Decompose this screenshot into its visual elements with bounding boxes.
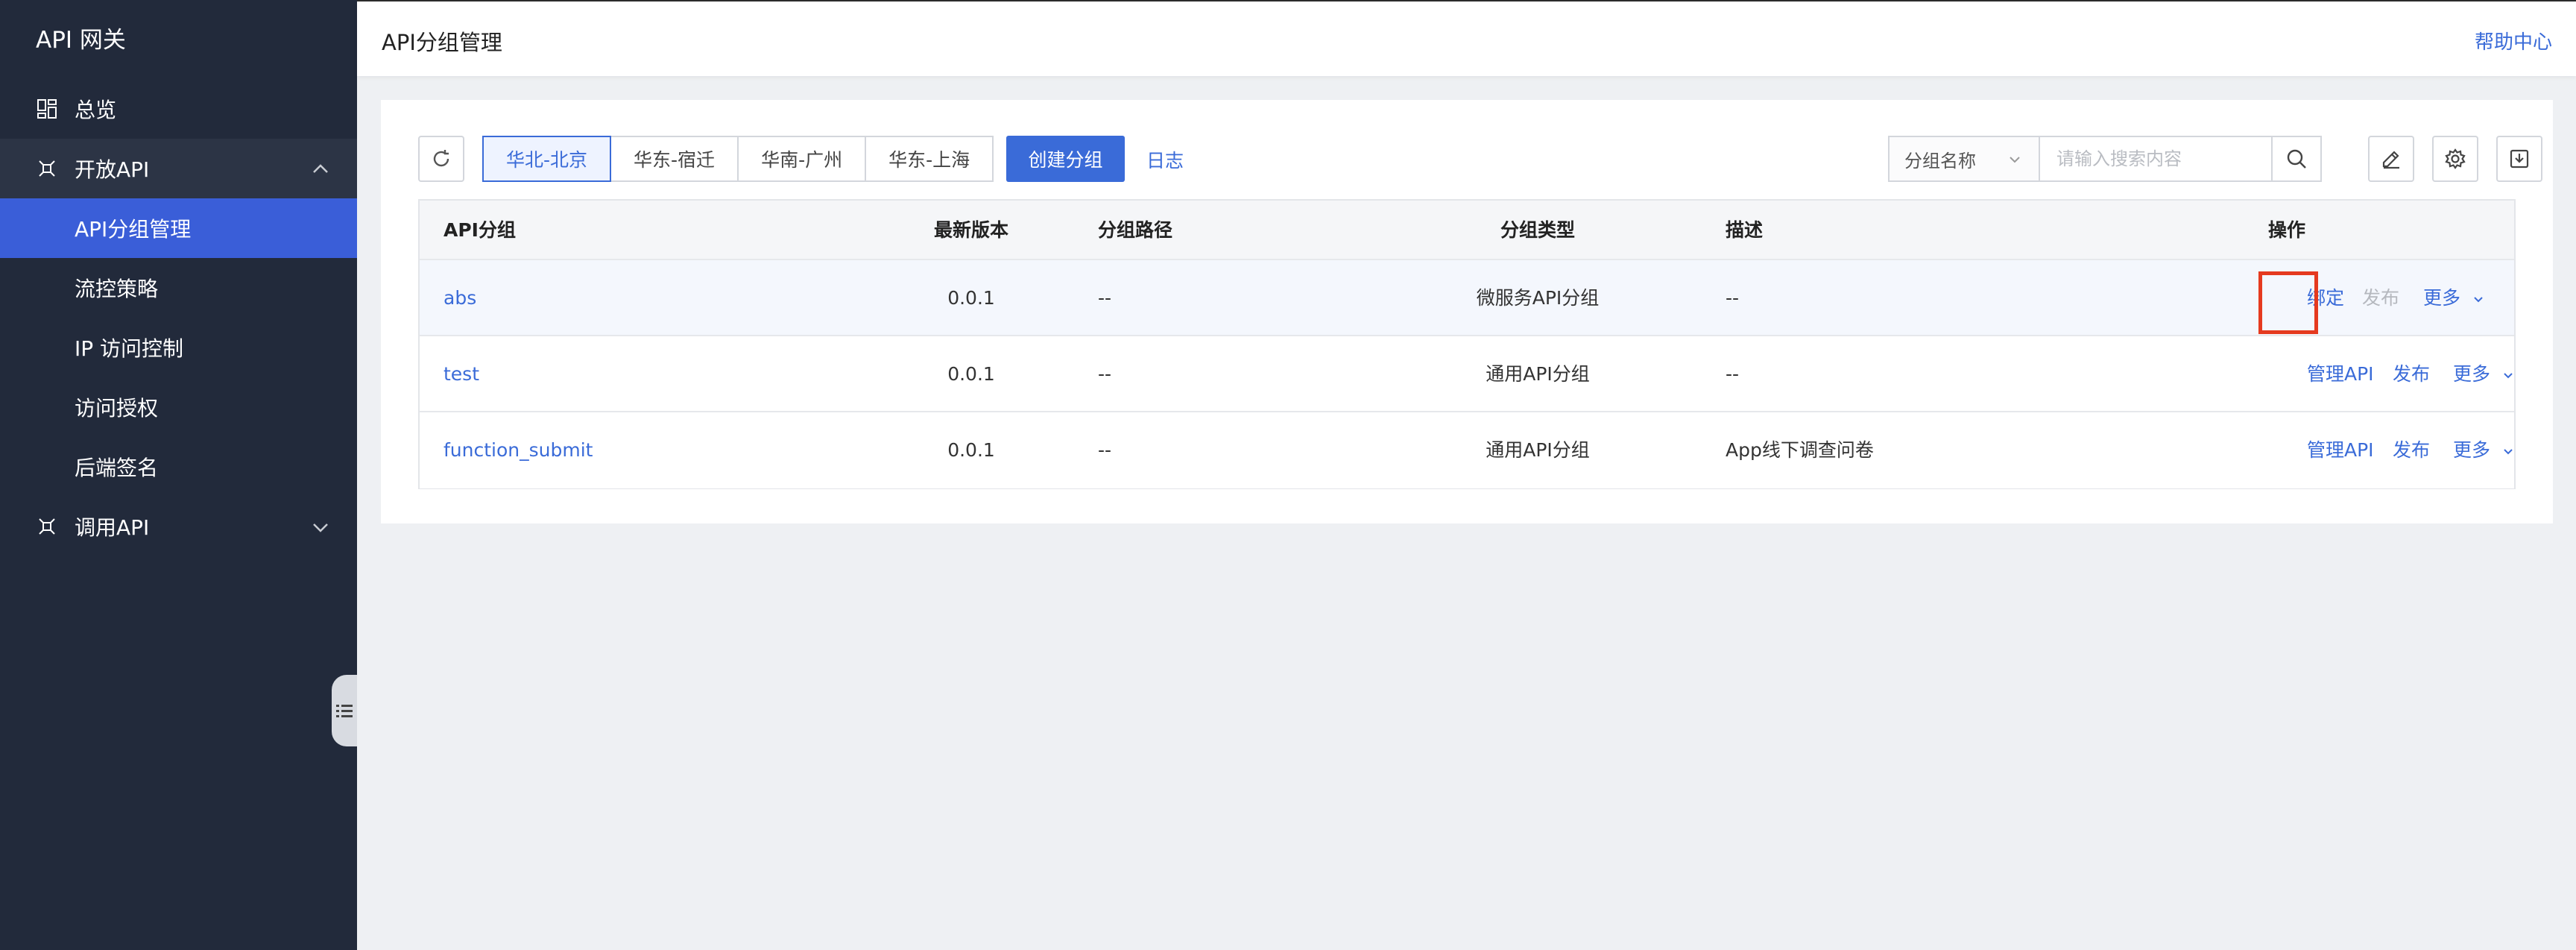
group-name-link[interactable]: test	[443, 336, 479, 412]
table-row: abs 0.0.1 -- 微服务API分组 -- 绑定 发布 更多	[420, 260, 2514, 336]
sidebar-item-label: API分组管理	[75, 217, 192, 242]
desc-cell: App线下调查问卷	[1726, 439, 1874, 461]
main-card: 华北-北京 华东-宿迁 华南-广州 华东-上海 创建分组 日志 分组名称 请输入…	[381, 100, 2553, 523]
sidebar-item-flow-control[interactable]: 流控策略	[0, 258, 357, 318]
region-tab-guangzhou[interactable]: 华南-广州	[737, 136, 867, 182]
column-header: 操作	[2268, 219, 2306, 241]
column-header: 分组路径	[1098, 219, 1173, 241]
edit-button[interactable]	[2368, 136, 2414, 182]
path-cell: --	[1098, 363, 1112, 385]
region-tabs: 华北-北京 华东-宿迁 华南-广州 华东-上海	[482, 136, 994, 182]
create-group-button[interactable]: 创建分组	[1006, 136, 1125, 182]
sidebar-item-label: 后端签名	[75, 456, 159, 480]
sidebar-item-overview[interactable]: 总览	[0, 79, 357, 139]
chevron-up-icon	[313, 164, 328, 173]
sidebar-item-label: 开放API	[75, 157, 150, 182]
publish-button[interactable]: 发布	[2393, 336, 2430, 412]
table-row: test 0.0.1 -- 通用API分组 -- 管理API 发布 更多	[420, 336, 2514, 412]
chevron-down-icon	[2504, 449, 2513, 455]
bind-button[interactable]: 绑定	[2307, 260, 2344, 336]
help-center-link[interactable]: 帮助中心	[2475, 27, 2552, 54]
desc-cell: --	[1726, 287, 1740, 309]
desc-cell: --	[1726, 363, 1740, 385]
chevron-down-icon	[2474, 297, 2483, 303]
more-dropdown[interactable]: 更多	[2423, 260, 2484, 336]
version-cell: 0.0.1	[947, 287, 995, 309]
column-header: API分组	[443, 219, 516, 241]
publish-button: 发布	[2362, 287, 2400, 309]
chevron-down-icon	[2010, 157, 2020, 163]
column-header: 最新版本号	[933, 219, 1008, 301]
more-label: 更多	[2453, 439, 2491, 461]
api-icon	[36, 515, 58, 538]
api-group-table: API分组 最新版本号 分组路径 分组类型 描述 操作 abs 0.0.1 --…	[418, 199, 2516, 489]
settings-button[interactable]	[2432, 136, 2478, 182]
top-header: API分组管理 帮助中心	[357, 0, 2576, 76]
sidebar: API 网关 总览 开放API API分组管理 流控策略 IP 访问控制 访问授…	[0, 0, 357, 950]
refresh-icon	[433, 150, 449, 167]
region-tab-beijing[interactable]: 华北-北京	[482, 136, 612, 182]
chevron-down-icon	[313, 523, 328, 532]
gear-icon	[2445, 148, 2466, 169]
path-cell: --	[1098, 439, 1112, 461]
menu-collapse-icon	[336, 705, 353, 717]
search-field-label: 分组名称	[1904, 150, 1976, 172]
manage-api-button[interactable]: 管理API	[2307, 336, 2374, 412]
more-label: 更多	[2453, 363, 2491, 385]
version-cell: 0.0.1	[947, 439, 995, 461]
page-title: API分组管理	[382, 30, 502, 55]
download-icon	[2510, 149, 2529, 169]
type-cell: 微服务API分组	[1476, 287, 1600, 309]
region-tab-shanghai[interactable]: 华东-上海	[865, 136, 994, 182]
sidebar-item-label: IP 访问控制	[75, 336, 184, 361]
sidebar-item-label: 总览	[75, 98, 117, 122]
sidebar-item-backend-signature[interactable]: 后端签名	[0, 437, 357, 497]
sidebar-item-ip-access[interactable]: IP 访问控制	[0, 318, 357, 377]
path-cell: --	[1098, 287, 1112, 309]
table-row: function_submit 0.0.1 -- 通用API分组 App线下调查…	[420, 412, 2514, 488]
type-cell: 通用API分组	[1486, 363, 1590, 385]
sidebar-item-authorization[interactable]: 访问授权	[0, 377, 357, 437]
more-dropdown[interactable]: 更多	[2453, 336, 2514, 412]
column-header: 分组类型	[1500, 219, 1575, 241]
sidebar-item-label: 访问授权	[75, 396, 159, 421]
type-cell: 通用API分组	[1486, 439, 1590, 461]
sidebar-group-call-api[interactable]: 调用API	[0, 497, 357, 556]
group-name-link[interactable]: abs	[443, 260, 476, 336]
search-icon	[2287, 149, 2306, 169]
api-icon	[36, 157, 58, 180]
refresh-button[interactable]	[418, 136, 464, 182]
more-label: 更多	[2423, 287, 2461, 309]
group-name-link[interactable]: function_submit	[443, 412, 593, 488]
app-title: API 网关	[36, 27, 126, 54]
sidebar-collapse-handle[interactable]	[332, 675, 357, 746]
region-tab-suqian[interactable]: 华东-宿迁	[610, 136, 739, 182]
search-button[interactable]	[2271, 136, 2322, 182]
column-header: 描述	[1726, 219, 1764, 241]
manage-api-button[interactable]: 管理API	[2307, 412, 2374, 488]
more-dropdown[interactable]: 更多	[2453, 412, 2514, 488]
sidebar-item-label: 调用API	[75, 515, 150, 540]
version-cell: 0.0.1	[947, 363, 995, 385]
sidebar-item-api-group[interactable]: API分组管理	[0, 198, 357, 258]
edit-icon	[2382, 151, 2399, 169]
sidebar-item-label: 流控策略	[75, 277, 159, 301]
search-field-select[interactable]: 分组名称	[1888, 136, 2039, 182]
download-button[interactable]	[2496, 136, 2542, 182]
log-link[interactable]: 日志	[1146, 146, 1184, 173]
dashboard-icon	[36, 98, 58, 120]
chevron-down-icon	[2504, 373, 2513, 379]
table-header: API分组 最新版本号 分组路径 分组类型 描述 操作	[420, 201, 2514, 301]
search-input[interactable]	[2039, 136, 2273, 182]
sidebar-group-open-api[interactable]: 开放API	[0, 139, 357, 198]
publish-button[interactable]: 发布	[2393, 412, 2430, 488]
